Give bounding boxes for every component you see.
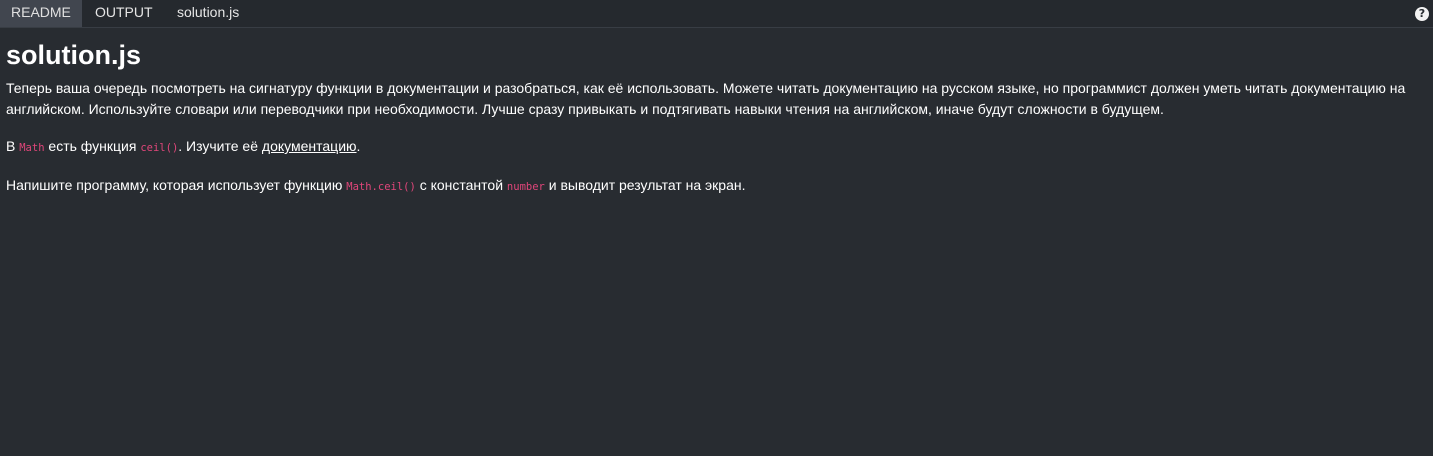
- text-segment: есть функция: [44, 138, 141, 154]
- tab-solution-js[interactable]: solution.js: [162, 0, 262, 27]
- code-ceil: ceil(): [140, 142, 179, 154]
- intro-paragraph: Теперь ваша очередь посмотреть на сигнат…: [6, 80, 1406, 117]
- math-ceil-paragraph: В Math есть функция ceil(). Изучите её д…: [6, 136, 1421, 159]
- text-segment: В: [6, 138, 20, 154]
- task-paragraph: Напишите программу, которая использует ф…: [6, 175, 1421, 198]
- text-segment: . Изучите её: [178, 138, 262, 154]
- readme-content: solution.js Теперь ваша очередь посмотре…: [6, 38, 1421, 198]
- text-segment: .: [356, 138, 361, 154]
- code-number: number: [506, 181, 545, 193]
- question-circle-icon[interactable]: ?: [1415, 7, 1429, 21]
- page-title: solution.js: [6, 40, 141, 70]
- tab-output[interactable]: OUTPUT: [82, 0, 162, 27]
- tab-bar: README OUTPUT solution.js ?: [0, 0, 1433, 28]
- documentation-link[interactable]: документацию: [262, 138, 357, 154]
- code-math: Math: [19, 142, 45, 154]
- tab-readme[interactable]: README: [0, 0, 82, 27]
- text-segment: и выводит результат на экран.: [544, 177, 746, 193]
- text-segment: с константой: [415, 177, 507, 193]
- code-math-ceil: Math.ceil(): [346, 181, 416, 193]
- text-segment: Напишите программу, которая использует ф…: [6, 177, 347, 193]
